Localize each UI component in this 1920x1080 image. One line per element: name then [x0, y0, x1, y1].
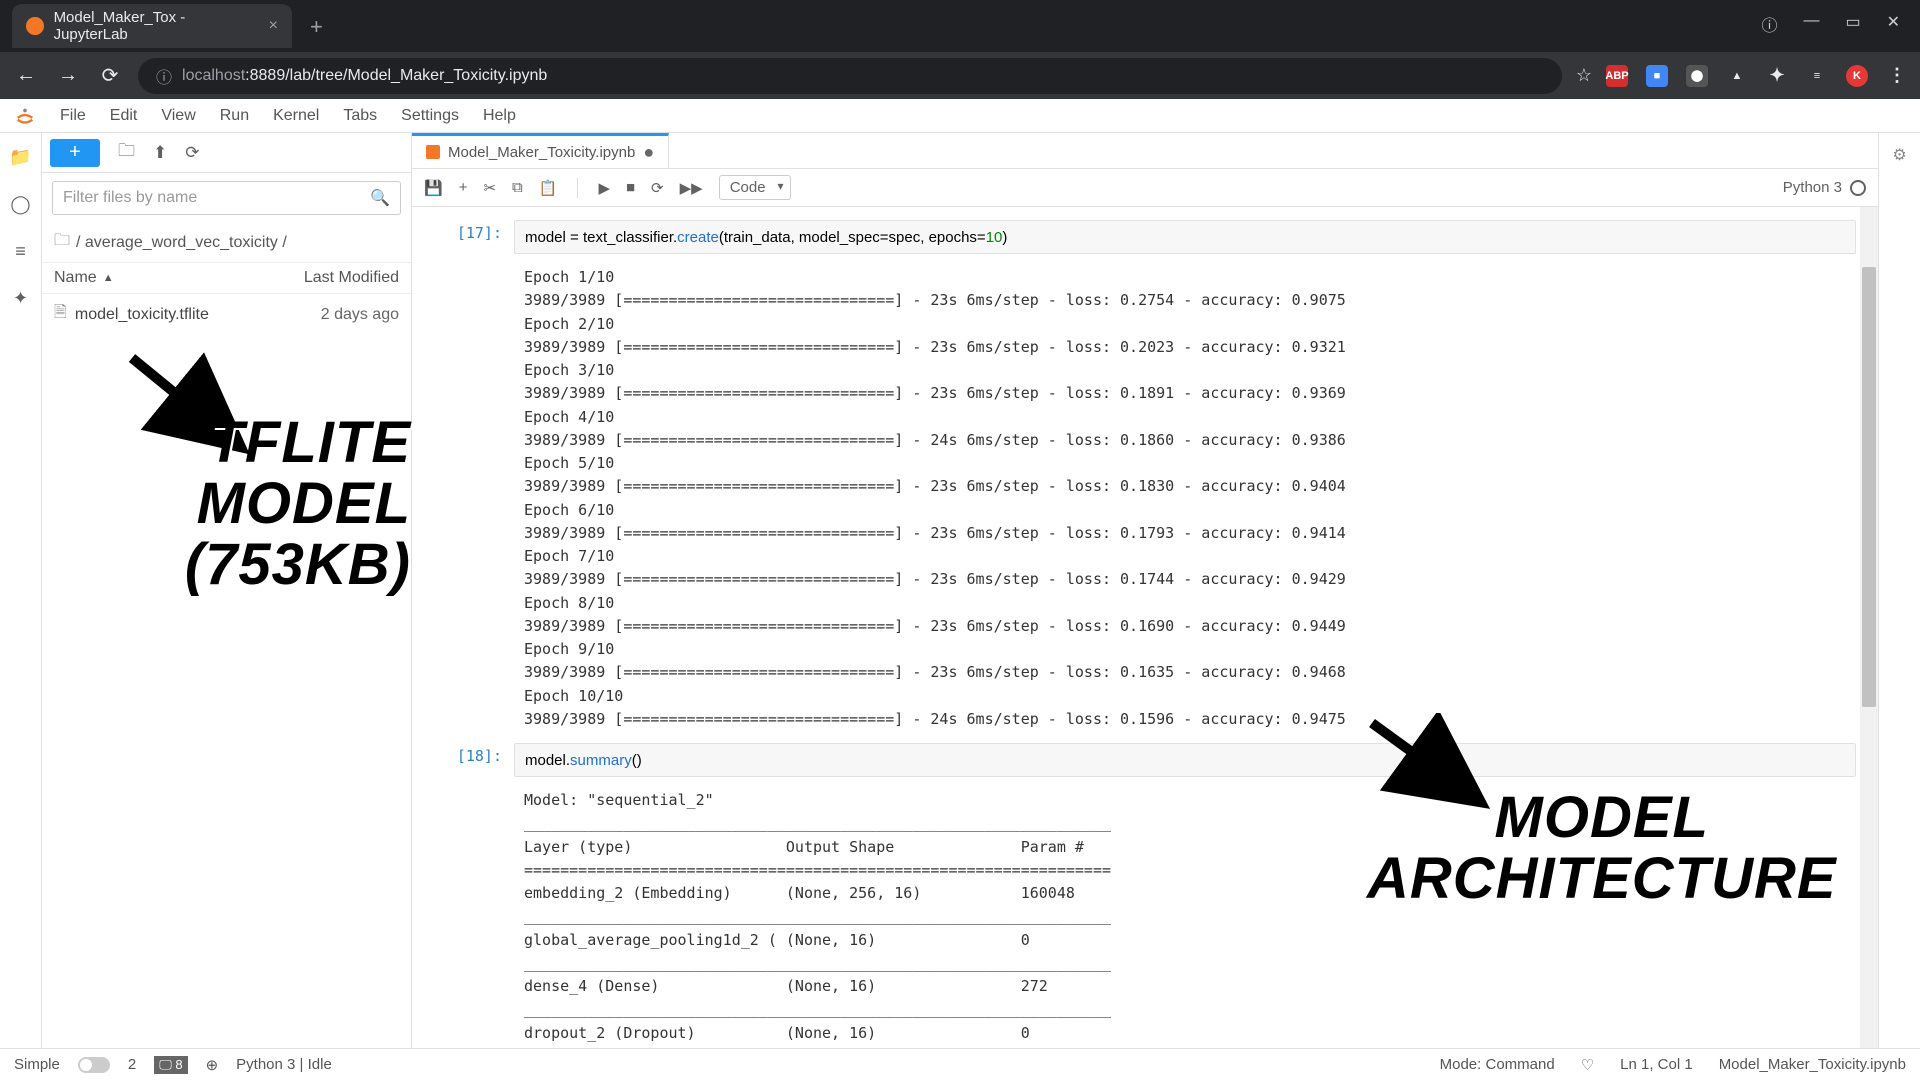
file-browser-icon[interactable]: 📁: [9, 147, 31, 168]
folder-icon: 🗀: [54, 229, 70, 256]
notebook-content[interactable]: [17]: model = text_classifier.create(tra…: [412, 207, 1878, 1048]
menu-kernel[interactable]: Kernel: [273, 107, 319, 125]
prompt-18: [18]:: [434, 743, 514, 777]
kernel-name[interactable]: Python 3: [1783, 179, 1842, 196]
new-launcher-button[interactable]: +: [50, 139, 100, 167]
col-header-name[interactable]: Name ▲: [54, 269, 304, 287]
simple-label: Simple: [14, 1056, 60, 1073]
bookmark-icon[interactable]: ☆: [1576, 65, 1592, 86]
cut-icon[interactable]: ✂: [483, 179, 496, 197]
refresh-icon[interactable]: ⟳: [185, 143, 199, 163]
ext-abp-icon[interactable]: ABP: [1606, 65, 1628, 87]
col-header-modified[interactable]: Last Modified: [304, 269, 399, 287]
code-cell-17[interactable]: model = text_classifier.create(train_dat…: [514, 220, 1856, 254]
status-bar: Simple 2 🖵 8 ⊕ Python 3 | Idle Mode: Com…: [0, 1048, 1920, 1080]
address-bar[interactable]: ⓘ localhost:8889/lab/tree/Model_Maker_To…: [138, 58, 1562, 94]
menu-tabs[interactable]: Tabs: [343, 107, 377, 125]
profile-avatar[interactable]: K: [1846, 65, 1868, 87]
property-inspector-icon[interactable]: ⚙: [1892, 145, 1906, 165]
extensions-icon[interactable]: ✦: [1766, 65, 1788, 87]
activity-bar: 📁 ◯ ≡ ✦: [0, 133, 42, 1048]
run-icon[interactable]: ▶: [598, 179, 610, 197]
terminal-count-badge: 🖵 8: [154, 1056, 187, 1074]
forward-button[interactable]: →: [54, 64, 82, 87]
notebook-tab[interactable]: Model_Maker_Toxicity.ipynb ●: [412, 133, 669, 168]
file-browser-panel: + 🗀 ⬆ ⟳ Filter files by name 🔍 🗀 / avera…: [42, 133, 412, 1048]
simple-toggle[interactable]: [78, 1057, 110, 1073]
stop-icon[interactable]: ■: [626, 179, 635, 196]
mode-indicator: Mode: Command: [1440, 1056, 1555, 1073]
search-icon: 🔍: [370, 188, 390, 208]
kernel-status-icon: [1850, 180, 1866, 196]
annotation-architecture: MODEL ARCHITECTURE: [1367, 788, 1837, 910]
status-file-name: Model_Maker_Toxicity.ipynb: [1719, 1056, 1906, 1073]
menu-run[interactable]: Run: [220, 107, 249, 125]
info-icon[interactable]: ⓘ: [1761, 12, 1777, 36]
right-rail: ⚙: [1878, 133, 1920, 1048]
site-info-icon[interactable]: ⓘ: [156, 64, 172, 88]
breadcrumb[interactable]: 🗀 / average_word_vec_toxicity /: [42, 223, 411, 262]
kernel-status-text: Python 3 | Idle: [236, 1056, 332, 1073]
prompt-17: [17]:: [434, 220, 514, 254]
close-window-icon[interactable]: ✕: [1887, 12, 1900, 36]
cell-type-select[interactable]: Code: [719, 175, 791, 200]
file-icon: 🗎: [54, 301, 67, 328]
url-path: :8889/lab/tree/Model_Maker_Toxicity.ipyn…: [245, 67, 547, 84]
menu-file[interactable]: File: [60, 107, 86, 125]
file-modified: 2 days ago: [321, 306, 399, 324]
trust-icon[interactable]: ♡: [1581, 1056, 1594, 1074]
notebook-tab-name: Model_Maker_Toxicity.ipynb: [448, 144, 635, 161]
back-button[interactable]: ←: [12, 64, 40, 87]
jupyter-menubar: File Edit View Run Kernel Tabs Settings …: [0, 99, 1920, 133]
maximize-icon[interactable]: ▭: [1845, 12, 1860, 36]
annotation-tflite: TFLITE MODEL (753KB): [72, 413, 411, 596]
tab-title: Model_Maker_Tox - JupyterLab: [54, 9, 259, 43]
output-17: Epoch 1/10 3989/3989 [==================…: [514, 260, 1856, 737]
jupyter-favicon: [26, 17, 44, 35]
lsp-icon[interactable]: ⊕: [206, 1056, 219, 1074]
reading-list-icon[interactable]: ≡: [1806, 65, 1828, 87]
new-tab-button[interactable]: +: [292, 14, 341, 40]
browser-tab[interactable]: Model_Maker_Tox - JupyterLab ×: [12, 4, 292, 48]
notebook-area: Model_Maker_Toxicity.ipynb ● 💾 + ✂ ⧉ 📋 ▶…: [412, 133, 1878, 1048]
ext-icon-4[interactable]: ▲: [1726, 65, 1748, 87]
restart-icon[interactable]: ⟳: [651, 179, 664, 197]
jupyter-logo: [14, 105, 36, 127]
scrollbar[interactable]: [1860, 207, 1878, 1048]
file-name: model_toxicity.tflite: [75, 306, 209, 324]
upload-icon[interactable]: ⬆: [153, 143, 167, 163]
ext-icon-3[interactable]: ⬤: [1686, 65, 1708, 87]
toc-icon[interactable]: ≡: [15, 241, 26, 262]
cursor-position: Ln 1, Col 1: [1620, 1056, 1693, 1073]
code-cell-18[interactable]: model.summary(): [514, 743, 1856, 777]
insert-cell-icon[interactable]: +: [459, 179, 468, 196]
notebook-icon: [426, 145, 440, 159]
reload-button[interactable]: ⟳: [96, 63, 124, 88]
menu-help[interactable]: Help: [483, 107, 516, 125]
status-count-1: 2: [128, 1056, 136, 1073]
new-folder-icon[interactable]: 🗀: [118, 138, 135, 167]
url-host: localhost: [182, 67, 245, 84]
scrollbar-thumb[interactable]: [1862, 267, 1876, 707]
running-icon[interactable]: ◯: [10, 194, 30, 215]
notebook-toolbar: 💾 + ✂ ⧉ 📋 ▶ ■ ⟳ ▶▶ Code Python 3: [412, 169, 1878, 207]
menu-view[interactable]: View: [161, 107, 195, 125]
close-tab-icon[interactable]: ×: [269, 17, 278, 35]
filter-placeholder: Filter files by name: [63, 189, 197, 207]
filter-files-input[interactable]: Filter files by name 🔍: [52, 181, 401, 215]
ext-icon-2[interactable]: ■: [1646, 65, 1668, 87]
paste-icon[interactable]: 📋: [539, 179, 558, 197]
save-icon[interactable]: 💾: [424, 179, 443, 197]
restart-run-all-icon[interactable]: ▶▶: [680, 179, 703, 197]
menu-icon[interactable]: ⋮: [1886, 65, 1908, 87]
copy-icon[interactable]: ⧉: [512, 179, 523, 196]
extensions-sidebar-icon[interactable]: ✦: [13, 288, 28, 309]
dirty-indicator: ●: [643, 142, 654, 163]
menu-settings[interactable]: Settings: [401, 107, 459, 125]
breadcrumb-path: / average_word_vec_toxicity /: [76, 234, 287, 252]
minimize-icon[interactable]: —: [1803, 12, 1819, 36]
file-row[interactable]: 🗎 model_toxicity.tflite 2 days ago: [42, 294, 411, 335]
menu-edit[interactable]: Edit: [110, 107, 138, 125]
